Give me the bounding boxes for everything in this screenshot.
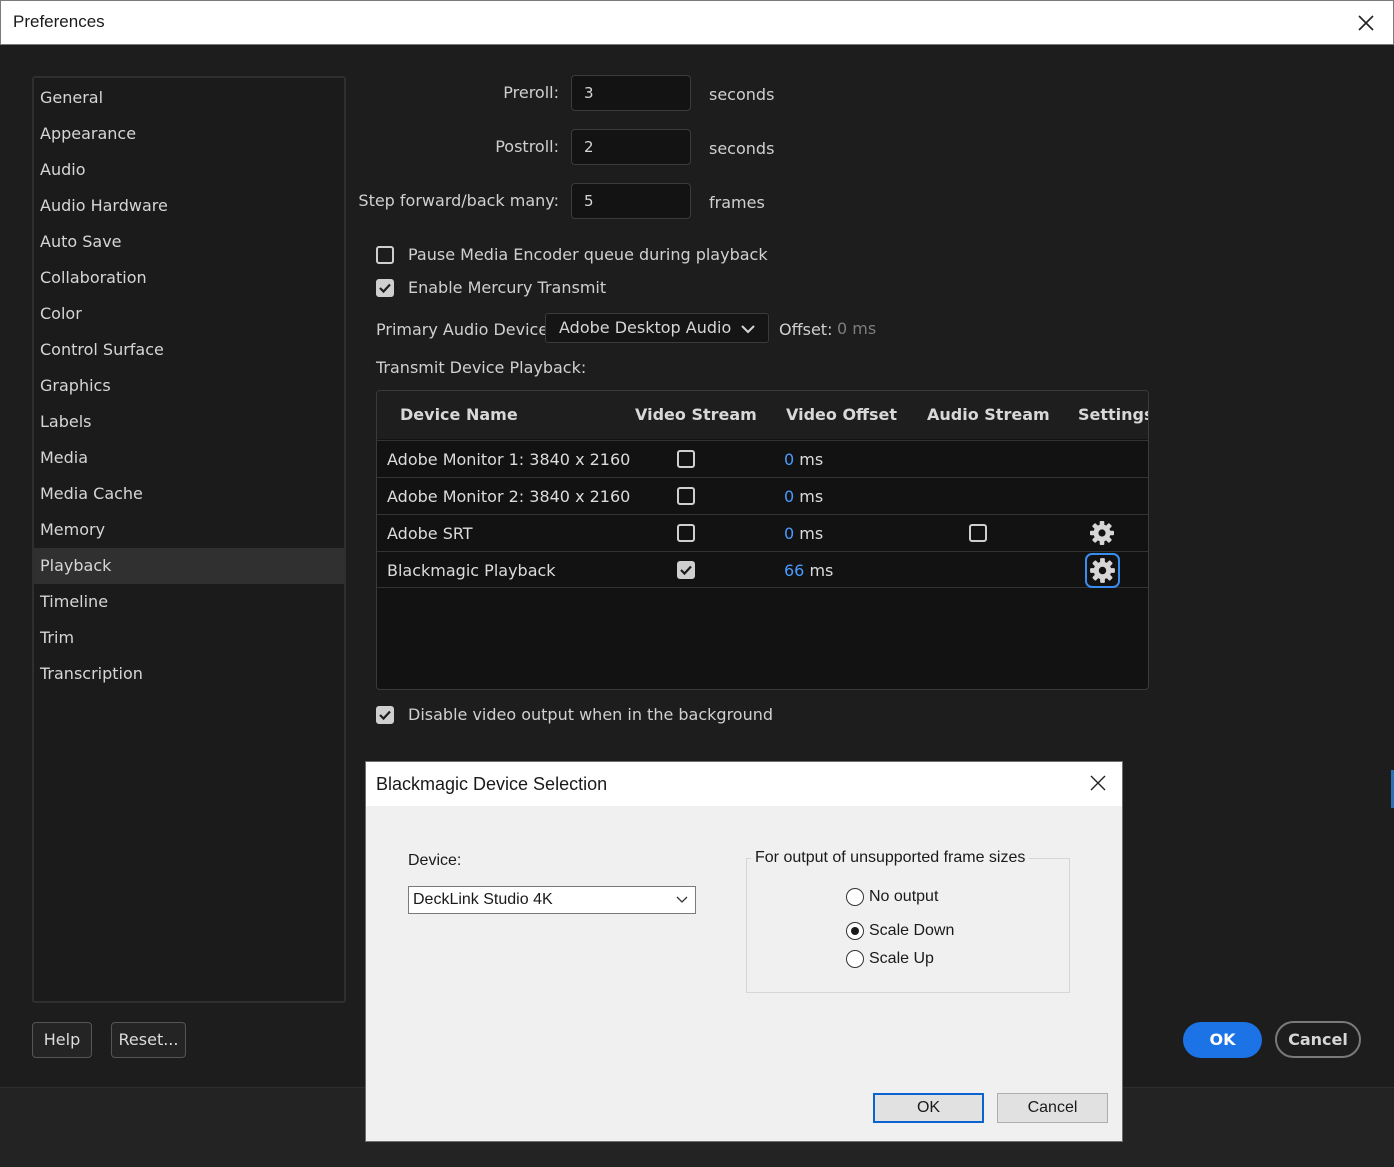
disable-background-checkbox[interactable] [376,706,394,724]
preroll-unit: seconds [709,85,775,104]
sidebar-item-general[interactable]: General [34,80,344,116]
step-label: Step forward/back many: [358,191,559,210]
device-name: Blackmagic Playback [387,561,556,580]
cancel-button[interactable]: Cancel [1275,1021,1361,1058]
radio-scale-up-label: Scale Up [869,950,934,967]
chevron-down-icon [676,896,688,903]
device-select-value: DeckLink Studio 4K [413,891,553,908]
dialog-title: Blackmagic Device Selection [376,774,608,794]
device-name: Adobe Monitor 1: 3840 x 2160 [387,450,631,469]
video-stream-checkbox[interactable] [677,524,695,542]
primary-audio-label: Primary Audio Device: [376,320,554,339]
sidebar-item-trim[interactable]: Trim [34,620,344,656]
sidebar-item-timeline[interactable]: Timeline [34,584,344,620]
enable-mercury-checkbox[interactable] [376,279,394,297]
dialog-title-bar: Blackmagic Device Selection [366,762,1122,806]
transmit-device-table: Device Name Video Stream Video Offset Au… [376,390,1149,690]
preroll-label: Preroll: [503,83,559,102]
sidebar-item-auto-save[interactable]: Auto Save [34,224,344,260]
radio-no-output[interactable] [846,888,864,906]
video-stream-checkbox[interactable] [677,450,695,468]
video-offset[interactable]: 66 ms [784,561,833,580]
sidebar-item-collaboration[interactable]: Collaboration [34,260,344,296]
table-header: Device Name Video Stream Video Offset Au… [377,391,1148,439]
table-row[interactable]: Adobe Monitor 2: 3840 x 2160 0 ms [377,477,1148,514]
step-input[interactable]: 5 [571,183,691,219]
help-button[interactable]: Help [32,1022,92,1058]
close-icon[interactable] [1088,773,1108,793]
header-settings: Settings [1078,405,1149,424]
radio-scale-down-label: Scale Down [869,922,955,939]
sidebar-item-appearance[interactable]: Appearance [34,116,344,152]
disable-background-label: Disable video output when in the backgro… [408,705,774,724]
dialog-cancel-button[interactable]: Cancel [997,1093,1108,1123]
reset-button[interactable]: Reset... [111,1022,186,1058]
window-title: Preferences [13,12,105,31]
chevron-down-icon [741,325,755,334]
dialog-ok-button[interactable]: OK [873,1093,984,1123]
table-row[interactable]: Adobe SRT 0 ms [377,514,1148,551]
enable-mercury-label: Enable Mercury Transmit [408,278,607,297]
table-row[interactable]: Blackmagic Playback 66 ms [377,551,1148,588]
sidebar-item-audio-hardware[interactable]: Audio Hardware [34,188,344,224]
device-select[interactable]: DeckLink Studio 4K [408,886,696,914]
group-label: For output of unsupported frame sizes [751,849,1030,867]
radio-scale-up[interactable] [846,950,864,968]
pause-media-encoder-checkbox[interactable] [376,246,394,264]
header-device-name: Device Name [400,405,518,424]
blackmagic-dialog: Blackmagic Device Selection Device: Deck… [365,761,1123,1142]
sidebar-item-media-cache[interactable]: Media Cache [34,476,344,512]
close-icon[interactable] [1353,10,1379,36]
device-name: Adobe Monitor 2: 3840 x 2160 [387,487,631,506]
primary-audio-value: Adobe Desktop Audio [559,318,732,337]
video-offset[interactable]: 0 ms [784,487,823,506]
sidebar-item-color[interactable]: Color [34,296,344,332]
checkmark-icon [680,565,692,576]
video-stream-checkbox[interactable] [677,487,695,505]
radio-scale-down[interactable] [846,922,864,940]
offset-value: 0 ms [837,319,877,338]
ok-button[interactable]: OK [1183,1022,1262,1058]
settings-button[interactable] [1085,553,1120,588]
gear-icon [1090,558,1115,583]
sidebar-item-memory[interactable]: Memory [34,512,344,548]
sidebar-item-control-surface[interactable]: Control Surface [34,332,344,368]
header-video-stream: Video Stream [635,405,757,424]
sidebar: General Appearance Audio Audio Hardware … [32,76,346,1003]
pause-media-encoder-label: Pause Media Encoder queue during playbac… [408,245,768,264]
postroll-unit: seconds [709,139,775,158]
radio-no-output-label: No output [869,888,939,905]
checkmark-icon [379,710,391,721]
sidebar-item-graphics[interactable]: Graphics [34,368,344,404]
checkmark-icon [379,283,391,294]
frame-size-group: For output of unsupported frame sizes No… [746,849,1070,993]
title-bar: Preferences [0,0,1394,45]
table-row[interactable]: Adobe Monitor 1: 3840 x 2160 0 ms [377,440,1148,477]
preroll-input[interactable]: 3 [571,75,691,111]
header-video-offset: Video Offset [786,405,898,424]
device-label: Device: [408,852,462,869]
offset-label: Offset: [779,320,833,339]
sidebar-item-audio[interactable]: Audio [34,152,344,188]
audio-stream-checkbox[interactable] [969,524,987,542]
video-stream-checkbox[interactable] [677,561,695,579]
sidebar-item-playback[interactable]: Playback [34,548,344,584]
postroll-input[interactable]: 2 [571,129,691,165]
step-unit: frames [709,193,765,212]
sidebar-item-labels[interactable]: Labels [34,404,344,440]
header-audio-stream: Audio Stream [927,405,1050,424]
video-offset[interactable]: 0 ms [784,450,823,469]
sidebar-item-transcription[interactable]: Transcription [34,656,344,692]
device-name: Adobe SRT [387,524,473,543]
postroll-label: Postroll: [495,137,559,156]
video-offset[interactable]: 0 ms [784,524,823,543]
gear-icon[interactable] [1087,518,1117,548]
transmit-label: Transmit Device Playback: [376,358,587,377]
sidebar-item-media[interactable]: Media [34,440,344,476]
primary-audio-select[interactable]: Adobe Desktop Audio [545,313,769,343]
